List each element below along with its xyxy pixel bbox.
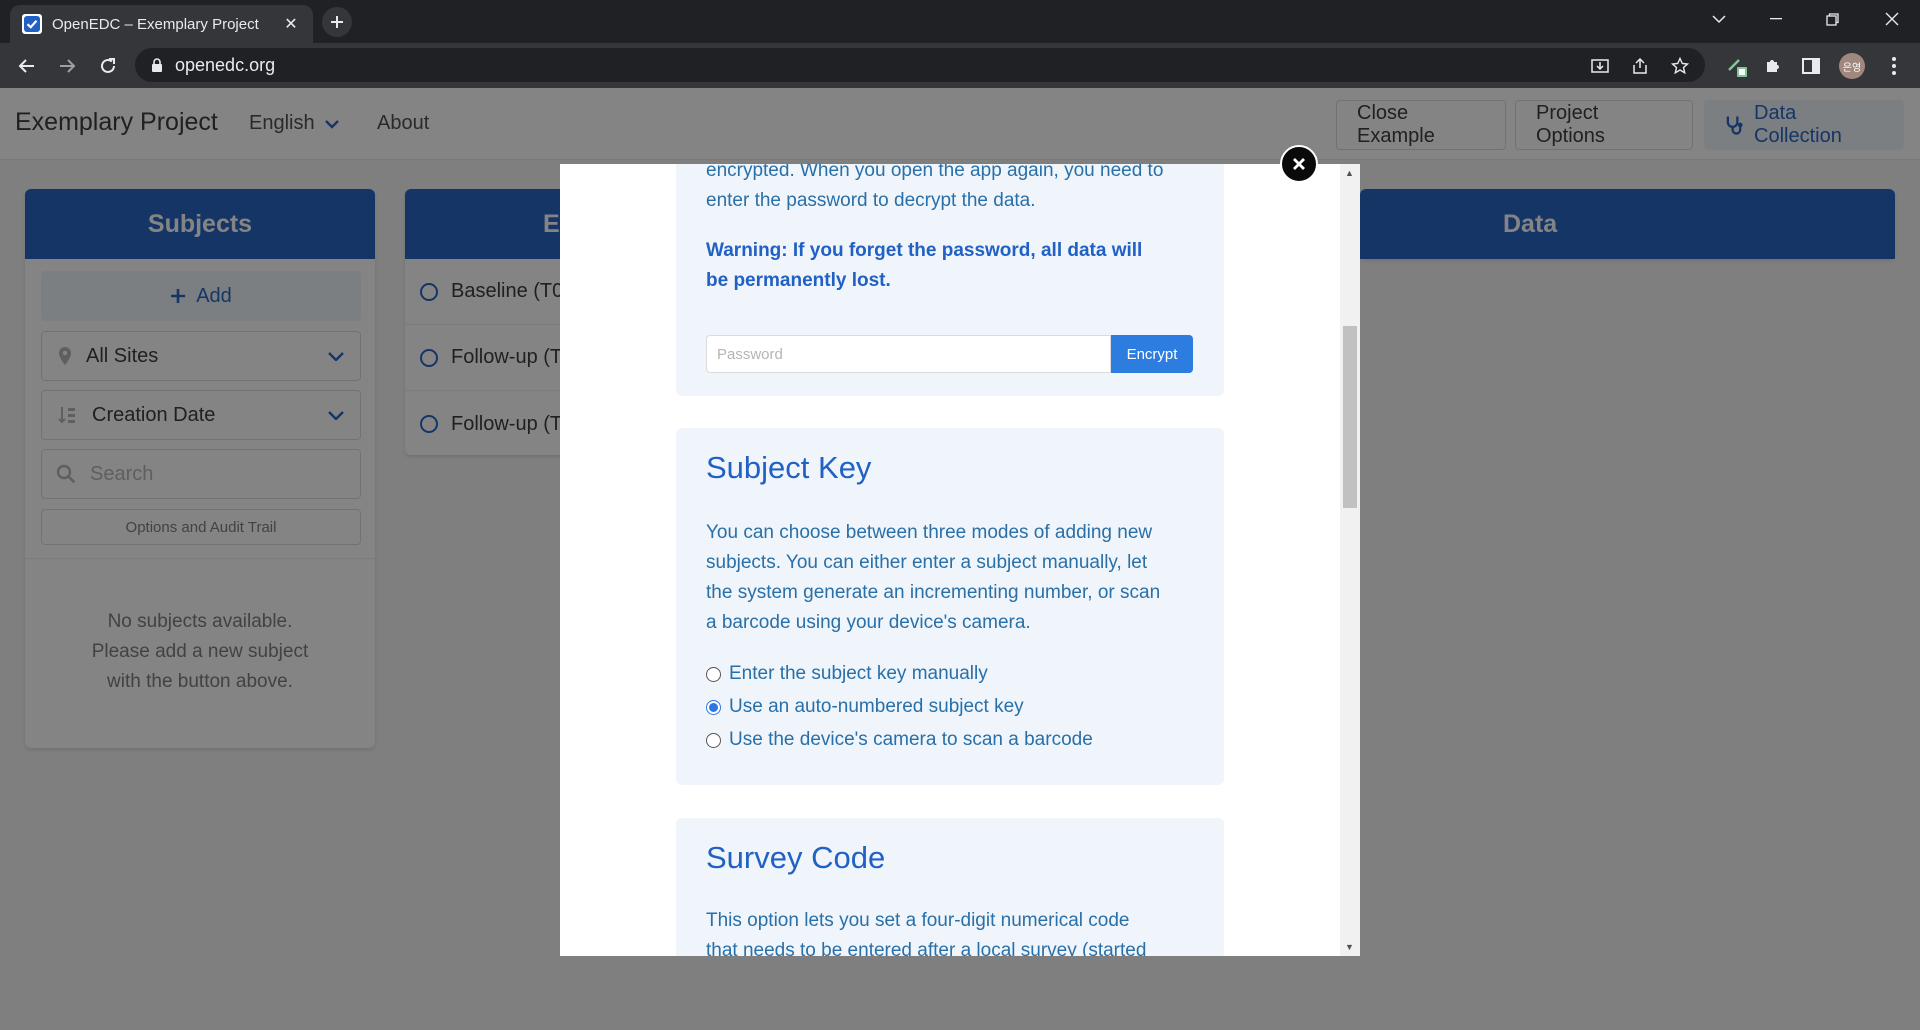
browser-toolbar: openedc.org 은영 [0, 43, 1920, 88]
text-line: be permanently lost. [706, 270, 891, 291]
password-placeholder: Password [717, 345, 783, 363]
url-text: openedc.org [175, 54, 276, 75]
radio-label: Use the device's camera to scan a barcod… [729, 729, 1093, 750]
address-bar[interactable]: openedc.org [135, 48, 1705, 82]
side-panel-icon[interactable] [1799, 54, 1823, 78]
text-line: a barcode using your device's camera. [706, 612, 1031, 633]
minimize-icon[interactable] [1747, 0, 1804, 38]
radio-label: Use an auto-numbered subject key [729, 696, 1024, 717]
text-line: subjects. You can either enter a subject… [706, 552, 1148, 573]
browser-tab[interactable]: OpenEDC – Exemplary Project ✕ [10, 5, 313, 43]
browser-tab-strip: OpenEDC – Exemplary Project ✕ [0, 0, 1920, 43]
survey-code-title: Survey Code [706, 840, 886, 875]
text-line: Warning: If you forget the password, all… [706, 240, 1143, 261]
text-line: This option lets you set a four-digit nu… [706, 910, 1130, 931]
bookmark-star-icon[interactable] [1670, 56, 1690, 76]
text-line: You can choose between three modes of ad… [706, 522, 1153, 543]
radio-barcode[interactable]: Use the device's camera to scan a barcod… [706, 729, 1093, 751]
radio-button[interactable] [706, 732, 721, 748]
forward-arrow-icon[interactable] [53, 52, 81, 80]
install-icon[interactable] [1590, 56, 1610, 76]
scrollbar-thumb[interactable] [1343, 326, 1357, 508]
encryption-box: encrypted. When you open the app again, … [676, 164, 1224, 396]
checkbox-favicon-icon [22, 14, 42, 34]
restore-icon[interactable] [1804, 0, 1861, 38]
subject-key-title: Subject Key [706, 450, 872, 485]
text-line: the system generate an incrementing numb… [706, 582, 1161, 603]
modal-scrollbar[interactable]: ▲ ▼ [1340, 164, 1360, 956]
plus-icon [331, 16, 343, 28]
kebab-menu-icon[interactable] [1882, 54, 1906, 78]
profile-avatar[interactable]: 은영 [1839, 53, 1865, 79]
subject-key-box: Subject Key You can choose between three… [676, 428, 1224, 785]
encrypt-button[interactable]: Encrypt [1111, 335, 1193, 373]
back-arrow-icon[interactable] [13, 52, 41, 80]
radio-manual[interactable]: Enter the subject key manually [706, 663, 988, 685]
close-window-icon[interactable] [1863, 0, 1920, 38]
radio-button[interactable] [706, 666, 721, 682]
share-icon[interactable] [1630, 56, 1650, 76]
tab-search-icon[interactable] [1690, 0, 1747, 38]
tab-title: OpenEDC – Exemplary Project [52, 15, 259, 33]
puzzle-extensions-icon[interactable] [1761, 54, 1785, 78]
subject-key-text: You can choose between three modes of ad… [706, 518, 1160, 638]
project-options-modal: encrypted. When you open the app again, … [560, 164, 1360, 956]
radio-auto-numbered[interactable]: Use an auto-numbered subject key [706, 696, 1024, 718]
text-line: that needs to be entered after a local s… [706, 940, 1147, 956]
text-line: encrypted. When you open the app again, … [706, 164, 1164, 181]
encryption-text: encrypted. When you open the app again, … [706, 164, 1163, 216]
radio-label: Enter the subject key manually [729, 663, 988, 684]
scroll-down-arrow-icon[interactable]: ▼ [1345, 942, 1354, 952]
tab-close-icon[interactable]: ✕ [281, 14, 301, 34]
text-line: enter the password to decrypt the data. [706, 190, 1036, 211]
radio-button-checked[interactable] [706, 699, 721, 715]
close-icon [1293, 158, 1305, 170]
survey-code-box: Survey Code This option lets you set a f… [676, 818, 1224, 956]
warning-text: Warning: If you forget the password, all… [706, 236, 1142, 296]
extension-pen-icon[interactable] [1725, 54, 1749, 78]
password-input[interactable]: Password [706, 335, 1111, 373]
survey-code-text: This option lets you set a four-digit nu… [706, 906, 1146, 956]
scroll-up-arrow-icon[interactable]: ▲ [1345, 168, 1354, 178]
new-tab-button[interactable] [322, 7, 352, 37]
reload-icon[interactable] [94, 52, 122, 80]
lock-icon [152, 57, 162, 72]
modal-close-button[interactable] [1280, 145, 1318, 183]
